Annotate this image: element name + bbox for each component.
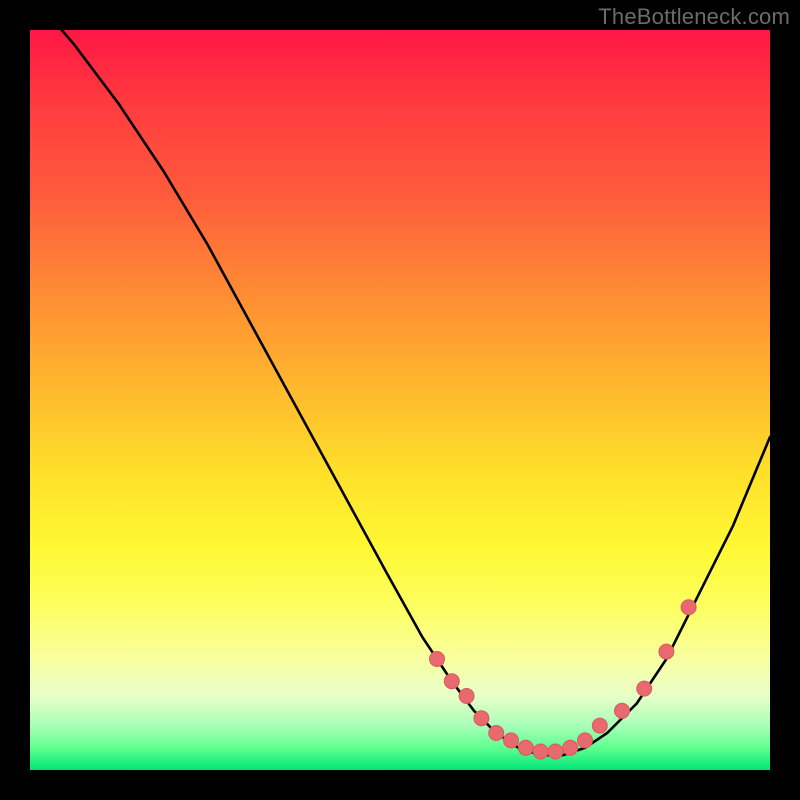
curve-marker <box>592 718 607 733</box>
curve-marker <box>615 703 630 718</box>
curve-marker <box>489 726 504 741</box>
curve-marker <box>659 644 674 659</box>
curve-marker <box>504 733 519 748</box>
curve-marker <box>548 744 563 759</box>
curve-marker <box>681 600 696 615</box>
curve-marker <box>430 652 445 667</box>
curve-marker <box>578 733 593 748</box>
marker-group <box>430 600 697 759</box>
watermark-text: TheBottleneck.com <box>598 4 790 30</box>
curve-marker <box>474 711 489 726</box>
plot-area <box>30 30 770 770</box>
curve-marker <box>459 689 474 704</box>
curve-marker <box>637 681 652 696</box>
curve-marker <box>533 744 548 759</box>
curve-marker <box>563 740 578 755</box>
bottleneck-curve <box>30 30 770 755</box>
curve-marker <box>518 740 533 755</box>
chart-frame: TheBottleneck.com <box>0 0 800 800</box>
chart-svg <box>30 30 770 770</box>
curve-marker <box>444 674 459 689</box>
